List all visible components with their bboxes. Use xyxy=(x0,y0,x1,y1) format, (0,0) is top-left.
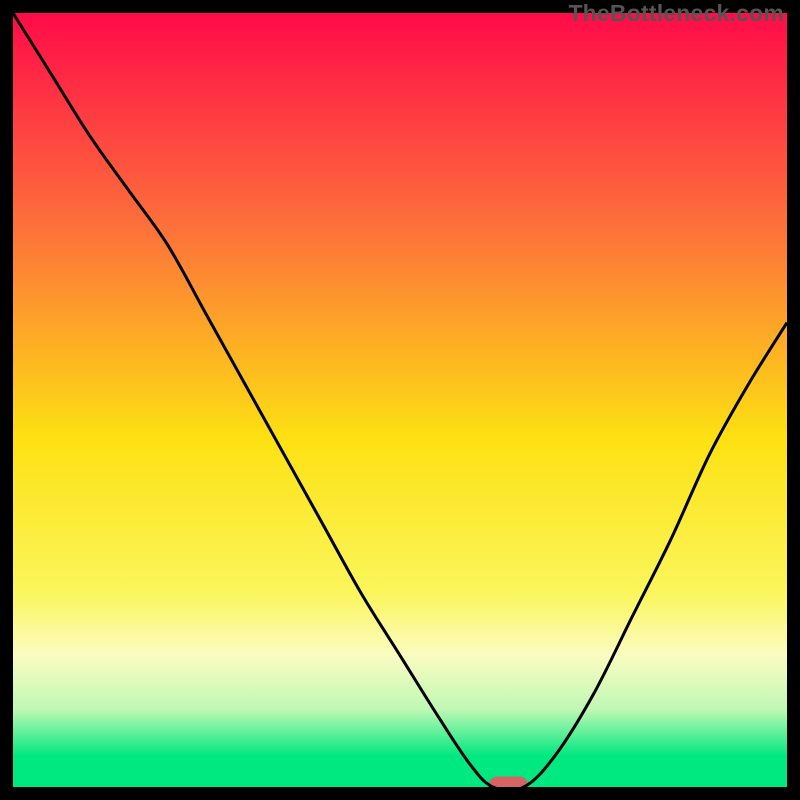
watermark-text: TheBottleneck.com xyxy=(568,0,784,27)
bottleneck-chart xyxy=(13,13,787,787)
chart-frame xyxy=(13,13,787,787)
gradient-background xyxy=(13,13,787,787)
optimum-marker xyxy=(489,776,528,787)
